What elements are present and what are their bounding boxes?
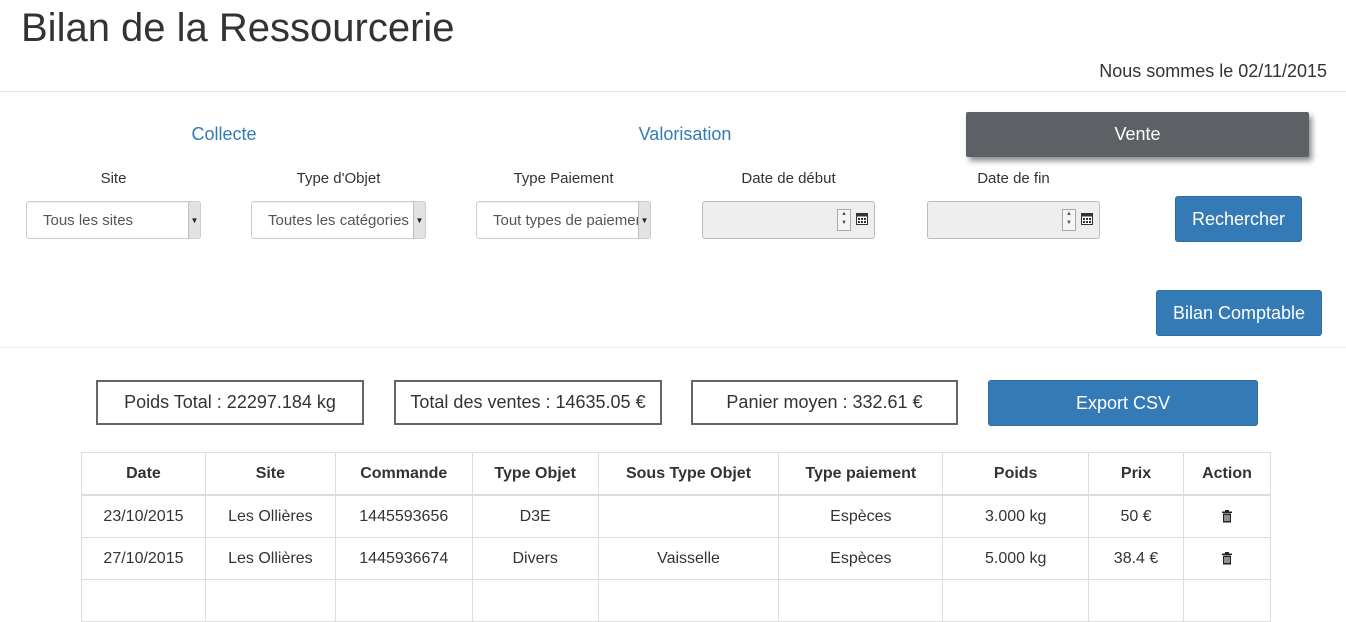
cell-action xyxy=(1182,537,1272,580)
cell-type-objet: Divers xyxy=(471,537,599,580)
cell-poids: 5.000 kg xyxy=(942,537,1090,580)
cell-empty xyxy=(81,579,206,622)
tab-valorisation[interactable]: Valorisation xyxy=(585,124,785,145)
caret-down-icon: ▼ xyxy=(413,202,425,238)
column-header: Action xyxy=(1182,452,1272,496)
cell-prix: 38.4 € xyxy=(1088,537,1184,580)
caret-down-icon: ▼ xyxy=(188,202,200,238)
type-paiement-select-value: Tout types de paiement xyxy=(493,211,638,229)
spinner-icon[interactable]: ▲ ▼ xyxy=(1062,209,1076,231)
column-header[interactable]: Type paiement xyxy=(778,452,944,496)
site-label: Site xyxy=(100,170,127,187)
cell-type-paiement: Espèces xyxy=(778,537,944,580)
calendar-icon[interactable] xyxy=(1081,212,1093,225)
type-objet-label: Type d'Objet xyxy=(296,170,381,187)
cell-date: 23/10/2015 xyxy=(81,494,206,538)
type-paiement-select[interactable]: Tout types de paiement ▼ xyxy=(476,201,651,239)
cell-empty xyxy=(1088,579,1184,622)
total-ventes-box: Total des ventes : 14635.05 € xyxy=(394,380,662,425)
column-header[interactable]: Prix xyxy=(1088,452,1184,496)
cell-commande: 1445593656 xyxy=(334,494,473,538)
cell-date: 27/10/2015 xyxy=(81,537,206,580)
table-row: 27/10/2015 Les Ollières 1445936674 Diver… xyxy=(81,537,1272,580)
cell-site: Les Ollières xyxy=(204,494,336,538)
cell-prix: 50 € xyxy=(1088,494,1184,538)
cell-empty xyxy=(778,579,944,622)
export-csv-button[interactable]: Export CSV xyxy=(988,380,1258,426)
caret-down-icon: ▼ xyxy=(638,202,650,238)
cell-empty xyxy=(1182,579,1272,622)
cell-action xyxy=(1182,494,1272,538)
current-date-text: Nous sommes le 02/11/2015 xyxy=(1099,61,1327,81)
table-header-row: Date Site Commande Type Objet Sous Type … xyxy=(81,452,1272,496)
cell-empty xyxy=(942,579,1090,622)
tab-vente[interactable]: Vente xyxy=(966,112,1309,157)
bilan-comptable-button[interactable]: Bilan Comptable xyxy=(1156,290,1322,336)
column-header[interactable]: Commande xyxy=(334,452,473,496)
date-debut-label: Date de début xyxy=(741,170,836,187)
date-debut-input[interactable]: ▲ ▼ xyxy=(702,201,875,239)
cell-type-objet: D3E xyxy=(471,494,599,538)
site-select[interactable]: Tous les sites ▼ xyxy=(26,201,201,239)
cell-empty xyxy=(597,579,780,622)
poids-total-box: Poids Total : 22297.184 kg xyxy=(96,380,364,425)
cell-empty xyxy=(334,579,473,622)
cell-commande: 1445936674 xyxy=(334,537,473,580)
cell-poids: 3.000 kg xyxy=(942,494,1090,538)
cell-sous-type-objet xyxy=(597,494,780,538)
column-header[interactable]: Poids xyxy=(942,452,1090,496)
trash-icon[interactable] xyxy=(1221,509,1233,523)
site-select-value: Tous les sites xyxy=(43,211,134,229)
header-divider xyxy=(0,91,1346,92)
spinner-icon[interactable]: ▲ ▼ xyxy=(837,209,851,231)
column-header[interactable]: Site xyxy=(204,452,336,496)
column-header[interactable]: Date xyxy=(81,452,206,496)
section-divider xyxy=(0,347,1346,348)
trash-icon[interactable] xyxy=(1221,551,1233,565)
cell-empty xyxy=(204,579,336,622)
column-header[interactable]: Sous Type Objet xyxy=(597,452,780,496)
cell-site: Les Ollières xyxy=(204,537,336,580)
tab-collecte[interactable]: Collecte xyxy=(124,124,324,145)
cell-type-paiement: Espèces xyxy=(778,494,944,538)
column-header[interactable]: Type Objet xyxy=(471,452,599,496)
table-row: 23/10/2015 Les Ollières 1445593656 D3E E… xyxy=(81,494,1272,538)
date-fin-input[interactable]: ▲ ▼ xyxy=(927,201,1100,239)
type-objet-select-value: Toutes les catégories xyxy=(268,211,409,229)
table-row xyxy=(81,579,1272,622)
cell-sous-type-objet: Vaisselle xyxy=(597,537,780,580)
page-title: Bilan de la Ressourcerie xyxy=(21,6,455,50)
calendar-icon[interactable] xyxy=(856,212,868,225)
type-paiement-label: Type Paiement xyxy=(513,170,614,187)
cell-empty xyxy=(471,579,599,622)
panier-moyen-box: Panier moyen : 332.61 € xyxy=(691,380,958,425)
type-objet-select[interactable]: Toutes les catégories ▼ xyxy=(251,201,426,239)
sales-table: Date Site Commande Type Objet Sous Type … xyxy=(81,452,1272,622)
date-fin-label: Date de fin xyxy=(977,170,1050,187)
search-button[interactable]: Rechercher xyxy=(1175,196,1302,242)
